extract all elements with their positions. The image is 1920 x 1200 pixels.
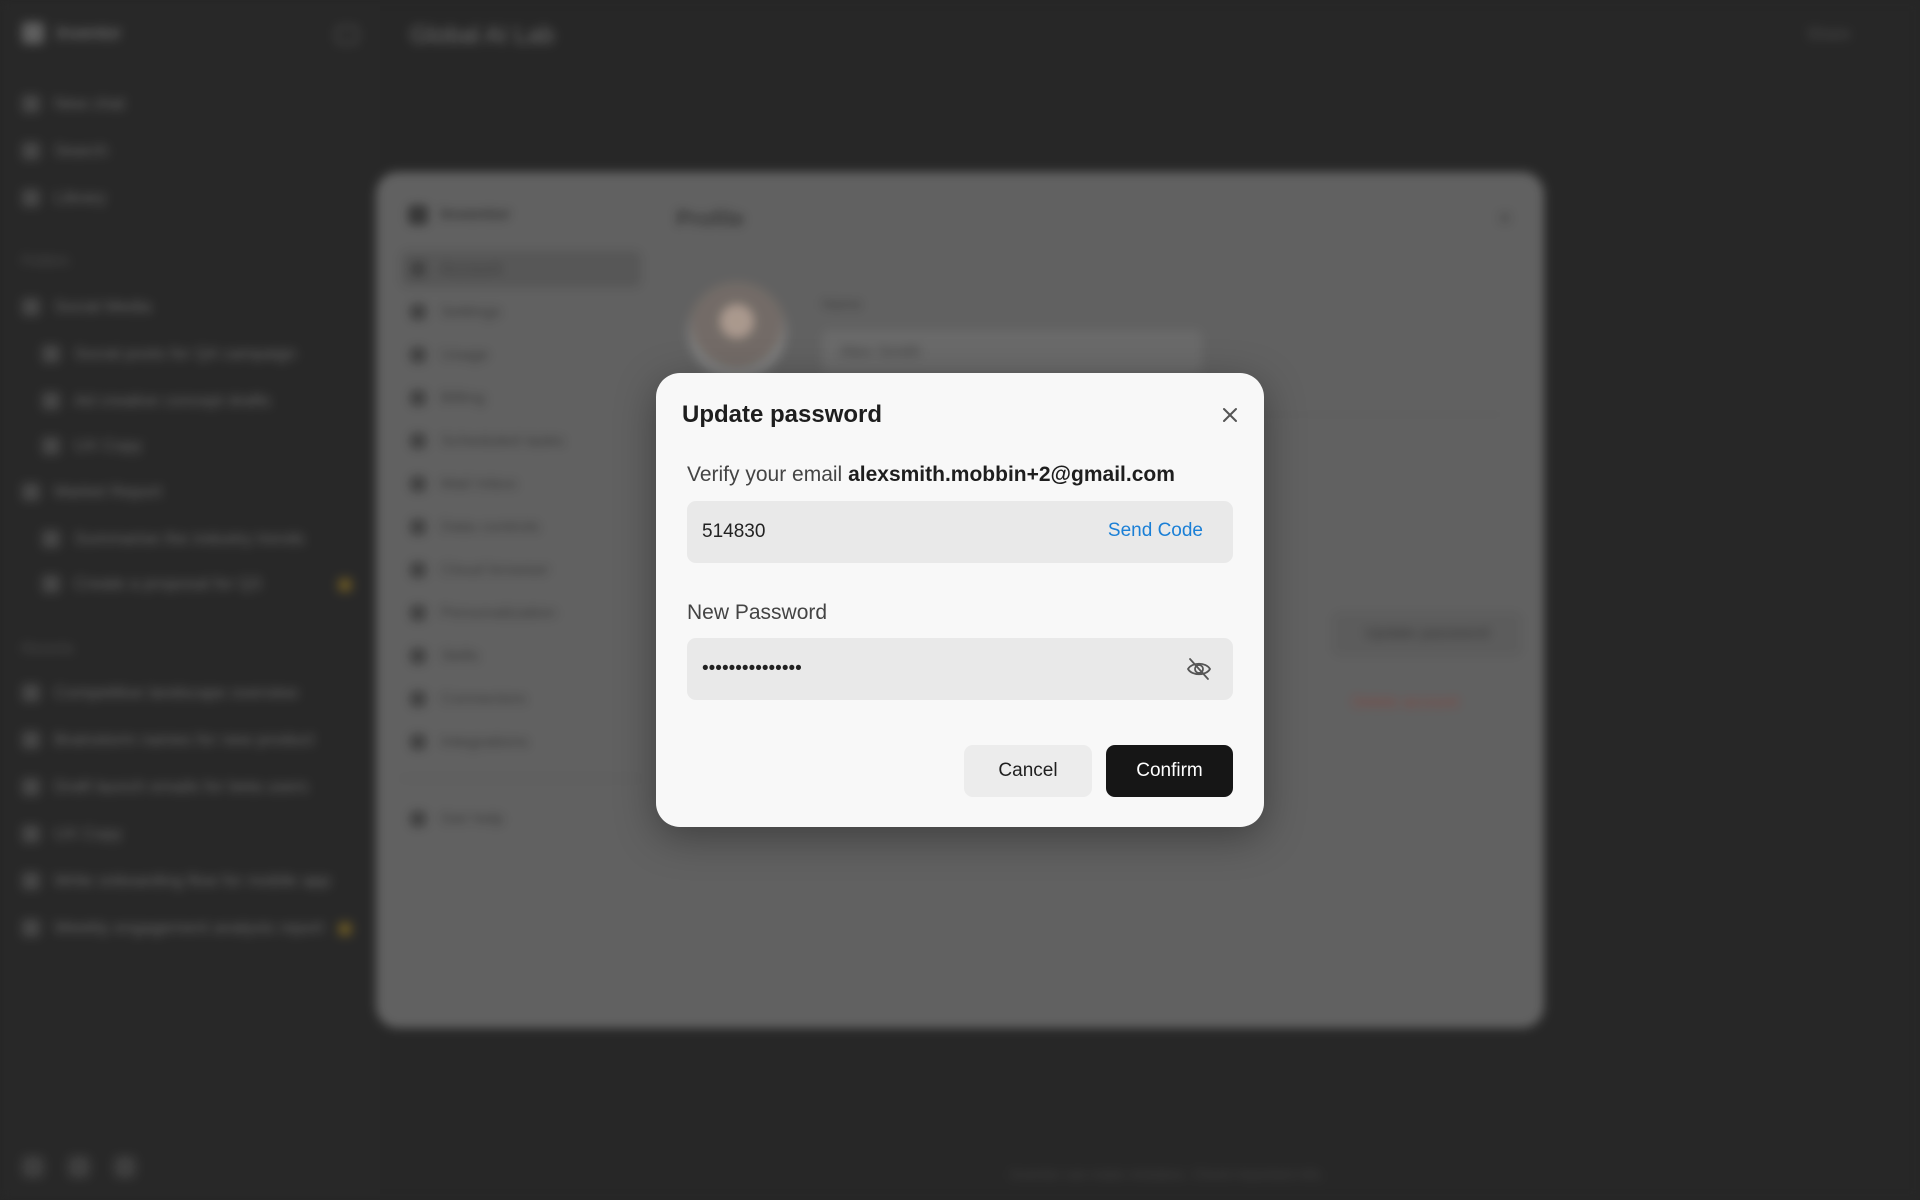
send-code-button[interactable]: Send Code xyxy=(1108,520,1203,542)
confirm-button[interactable]: Confirm xyxy=(1106,745,1233,797)
new-password-field xyxy=(687,638,1233,700)
new-password-input[interactable] xyxy=(702,638,1082,700)
verify-prefix: Verify your email xyxy=(687,463,843,486)
close-icon[interactable] xyxy=(1216,401,1244,429)
email-address: alexsmith.mobbin+2@gmail.com xyxy=(848,463,1175,486)
verification-code-field: Send Code xyxy=(687,501,1233,563)
cancel-button[interactable]: Cancel xyxy=(964,745,1092,797)
new-password-label: New Password xyxy=(687,601,828,624)
dialog-title: Update password xyxy=(682,401,883,428)
update-password-dialog: Update password Verify your email alexsm… xyxy=(656,373,1264,827)
verification-code-input[interactable] xyxy=(702,501,1082,563)
verify-email-text: Verify your email alexsmith.mobbin+2@gma… xyxy=(687,463,1175,487)
eye-off-icon[interactable] xyxy=(1185,655,1213,683)
